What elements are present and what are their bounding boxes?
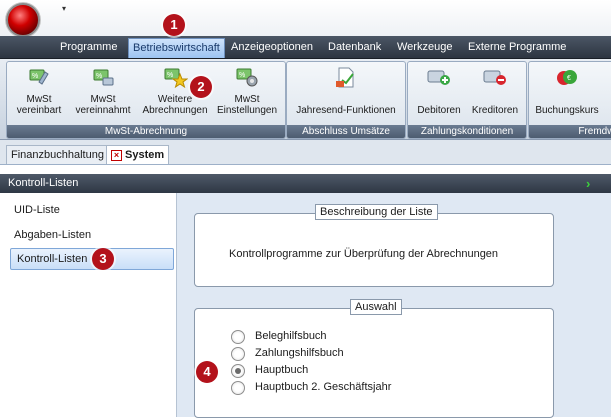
tab-werkzeuge[interactable]: Werkzeuge — [393, 39, 456, 56]
step-marker-4: 4 — [196, 361, 218, 383]
document-tab-strip: Finanzbuchhaltung × System — [0, 140, 611, 165]
content-pane: Beschreibung der Liste Kontrollprogramme… — [177, 193, 611, 418]
radio-hauptbuch[interactable] — [231, 364, 245, 378]
panel-title: Kontroll-Listen — [8, 177, 79, 189]
step-marker-2: 2 — [190, 76, 212, 98]
title-bar: ▾ — [0, 0, 611, 37]
ribbon-group-abschluss-umsaetze: Jahresend-Funktionen Abschluss Umsätze — [286, 61, 406, 139]
description-text: Kontrollprogramme zur Überprüfung der Ab… — [229, 248, 499, 260]
description-legend: Beschreibung der Liste — [315, 204, 438, 220]
tab-anzeigeoptionen[interactable]: Anzeigeoptionen — [227, 39, 317, 56]
mwst-einstellungen-label-1: MwSt — [234, 94, 260, 105]
kreditoren-label-1 — [468, 94, 522, 105]
debitoren-button[interactable]: Debitoren — [412, 66, 466, 116]
radio-label-beleghilfsbuch: Beleghilfsbuch — [255, 330, 327, 342]
radio-hauptbuch-2[interactable] — [231, 381, 245, 395]
mwst-vereinbart-icon: % — [29, 69, 49, 85]
selection-group-box: Auswahl Beleghilfsbuch Zahlungshilfsbuch… — [194, 299, 554, 418]
tab-programme[interactable]: Programme — [56, 39, 121, 56]
mwst-vereinbart-label-1: MwSt — [26, 94, 52, 105]
radio-label-hauptbuch-2: Hauptbuch 2. Geschäftsjahr — [255, 381, 392, 393]
description-group-box: Beschreibung der Liste Kontrollprogramme… — [194, 204, 554, 287]
mwst-einstellungen-button[interactable]: % MwSt Einstellungen — [212, 66, 282, 116]
menu-bar: Programme Betriebswirtschaft Anzeigeopti… — [0, 36, 611, 59]
buchungskurs-currency-icon: € — [557, 70, 577, 85]
tab-betriebswirtschaft[interactable]: Betriebswirtschaft — [128, 38, 225, 58]
panel-arrow-icon[interactable]: › — [586, 174, 590, 193]
jahresend-funktionen-button[interactable]: Jahresend-Funktionen — [289, 66, 403, 116]
left-list-pane: UID-Liste Abgaben-Listen Kontroll-Listen — [0, 193, 177, 417]
panel-header: Kontroll-Listen › — [0, 174, 611, 193]
svg-text:%: % — [239, 72, 245, 79]
kreditoren-button[interactable]: Kreditoren — [468, 66, 522, 116]
quick-access-arrow-icon[interactable]: ▾ — [62, 4, 66, 13]
mwst-vereinbart-button[interactable]: % MwSt vereinbart — [9, 66, 69, 116]
list-item-abgaben-listen[interactable]: Abgaben-Listen — [14, 229, 91, 241]
close-tab-icon[interactable]: × — [111, 149, 122, 161]
debitoren-plus-icon — [427, 70, 450, 85]
group-label-zahlungskonditionen: Zahlungskonditionen — [408, 125, 526, 138]
selection-legend: Auswahl — [350, 299, 402, 315]
ribbon-group-fremdwaehrung: € Buchungskurs Fremdwä — [528, 61, 611, 139]
group-label-mwst-abrechnung: MwSt-Abrechnung — [7, 125, 285, 138]
group-label-fremdwaehrung: Fremdwä — [529, 125, 611, 138]
svg-text:%: % — [32, 73, 38, 80]
mwst-vereinbart-label-2: vereinbart — [16, 105, 62, 116]
doc-tab-finanzbuchhaltung[interactable]: Finanzbuchhaltung — [6, 145, 109, 164]
app-orb-icon[interactable] — [6, 3, 40, 37]
mwst-einstellungen-gear-icon: % — [236, 68, 258, 87]
doc-tab-system-label: System — [125, 149, 165, 161]
mwst-einstellungen-label-2: Einstellungen — [216, 105, 278, 116]
tab-datenbank[interactable]: Datenbank — [324, 39, 385, 56]
mwst-vereinnahmt-button[interactable]: % MwSt vereinnahmt — [69, 66, 137, 116]
weitere-abrechnungen-star-icon: % — [164, 68, 189, 89]
mwst-vereinnahmt-icon: % — [93, 69, 114, 86]
kreditoren-minus-icon — [483, 70, 506, 85]
radio-label-zahlungshilfsbuch: Zahlungshilfsbuch — [255, 347, 344, 359]
ribbon-group-mwst-abrechnung: % MwSt vereinbart % MwSt vereinnahmt % W… — [6, 61, 286, 139]
debitoren-label-1 — [412, 94, 466, 105]
buchungskurs-label-2: Buchungskurs — [535, 105, 599, 116]
mwst-vereinnahmt-label-2: vereinnahmt — [75, 105, 131, 116]
svg-text:%: % — [96, 73, 102, 80]
kreditoren-label-2: Kreditoren — [471, 105, 519, 116]
tab-externe-programme[interactable]: Externe Programme — [464, 39, 570, 56]
buchungskurs-label-1 — [531, 94, 603, 105]
jahresend-document-icon — [336, 67, 354, 88]
jahresend-label-2: Jahresend-Funktionen — [296, 105, 396, 116]
svg-text:%: % — [167, 72, 173, 79]
debitoren-label-2: Debitoren — [417, 105, 461, 116]
step-marker-1: 1 — [163, 14, 185, 36]
svg-text:€: € — [567, 75, 571, 82]
jahresend-label-1 — [289, 94, 403, 105]
buchungskurs-button[interactable]: € Buchungskurs — [531, 66, 603, 116]
radio-zahlungshilfsbuch[interactable] — [231, 347, 245, 361]
ribbon-group-zahlungskonditionen: Debitoren Kreditoren Zahlungskonditionen — [407, 61, 527, 139]
group-label-abschluss-umsaetze: Abschluss Umsätze — [287, 125, 405, 138]
weitere-abrechnungen-label-2: Abrechnungen — [142, 105, 208, 116]
radio-beleghilfsbuch[interactable] — [231, 330, 245, 344]
doc-tab-system[interactable]: × System — [106, 145, 170, 164]
radio-label-hauptbuch: Hauptbuch — [255, 364, 309, 376]
mwst-vereinnahmt-label-1: MwSt — [90, 94, 116, 105]
step-marker-3: 3 — [92, 248, 114, 270]
list-item-uid-liste[interactable]: UID-Liste — [14, 204, 60, 216]
ribbon: % MwSt vereinbart % MwSt vereinnahmt % W… — [0, 59, 611, 140]
